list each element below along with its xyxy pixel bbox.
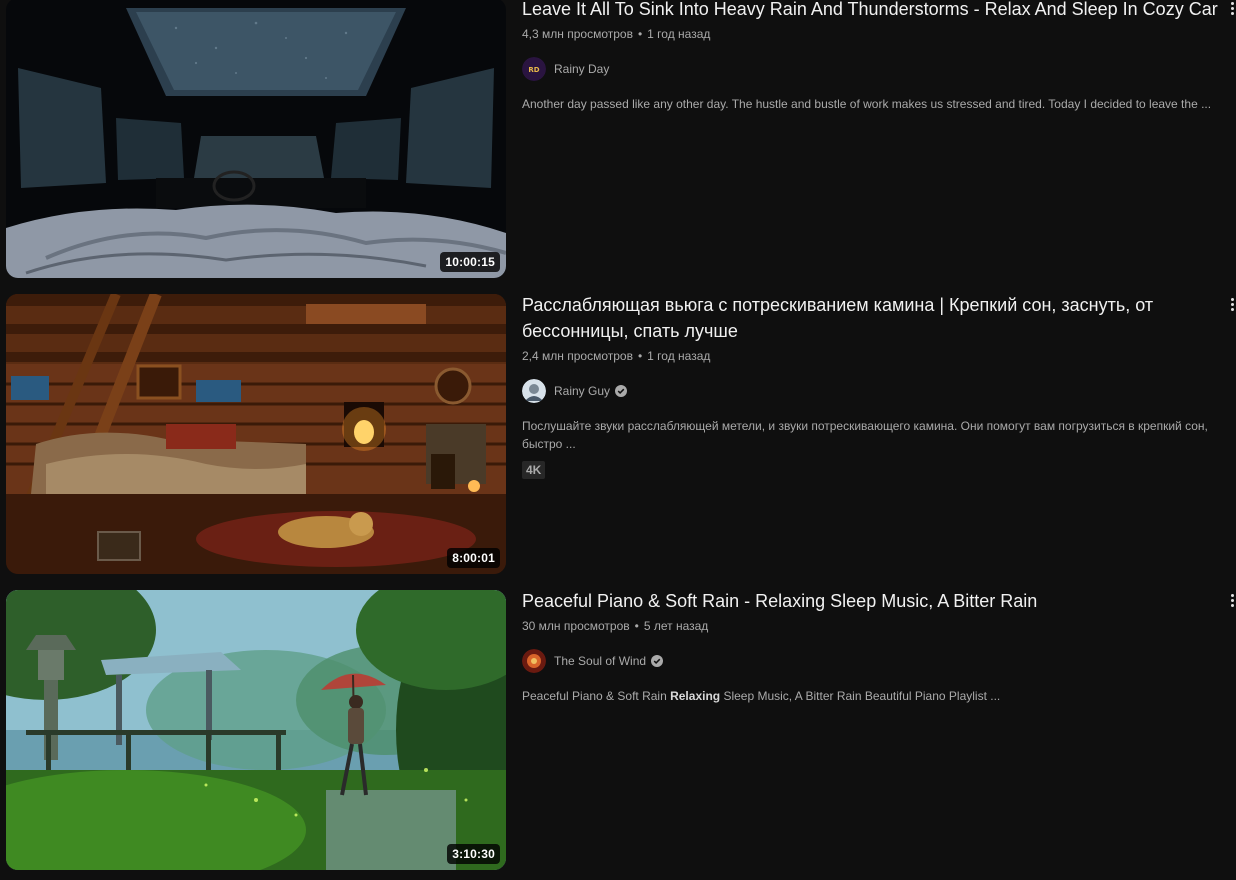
channel-avatar[interactable] (522, 379, 546, 403)
upload-age: 1 год назад (647, 349, 711, 363)
video-metadata: 2,4 млн просмотров • 1 год назад (522, 347, 1222, 365)
video-thumbnail[interactable]: 8:00:01 (6, 294, 506, 574)
meta-separator: • (637, 349, 643, 363)
cozy-cabin-fireplace-thumbnail (6, 294, 506, 574)
view-count: 4,3 млн просмотров (522, 27, 633, 41)
video-result[interactable]: 10:00:15 Leave It All To Sink Into Heavy… (0, 0, 1236, 280)
video-duration: 8:00:01 (447, 548, 500, 568)
channel-link[interactable]: RD Rainy Day (522, 57, 1222, 81)
verified-badge-icon (651, 655, 664, 667)
svg-text:RD: RD (528, 66, 539, 74)
channel-link[interactable]: Rainy Guy (522, 379, 1222, 403)
video-info: Peaceful Piano & Soft Rain - Relaxing Sl… (522, 590, 1222, 705)
more-actions-icon[interactable] (1230, 298, 1236, 312)
video-thumbnail[interactable]: 3:10:30 (6, 590, 506, 870)
meta-separator: • (637, 27, 643, 41)
car-in-rain-thumbnail (6, 0, 506, 278)
video-description: Послушайте звуки расслабляющей метели, и… (522, 419, 1208, 451)
view-count: 2,4 млн просмотров (522, 349, 633, 363)
description-highlight: Relaxing (670, 689, 721, 703)
video-metadata: 4,3 млн просмотров • 1 год назад (522, 25, 1222, 43)
video-title[interactable]: Leave It All To Sink Into Heavy Rain And… (522, 0, 1222, 22)
video-title[interactable]: Расслабляющая вьюга с потрескиванием кам… (522, 292, 1222, 344)
more-actions-icon[interactable] (1230, 2, 1236, 16)
search-results-list: 10:00:15 Leave It All To Sink Into Heavy… (0, 0, 1236, 880)
upload-age: 1 год назад (647, 27, 711, 41)
quality-badge: 4K (522, 461, 546, 479)
video-title[interactable]: Peaceful Piano & Soft Rain - Relaxing Sl… (522, 588, 1222, 614)
verified-badge-icon (615, 385, 628, 397)
meta-separator: • (634, 619, 639, 633)
channel-link[interactable]: The Soul of Wind (522, 649, 1222, 673)
girl-with-umbrella-rain-thumbnail (6, 590, 506, 870)
more-actions-icon[interactable] (1230, 594, 1236, 608)
view-count: 30 млн просмотров (522, 619, 630, 633)
video-info: Leave It All To Sink Into Heavy Rain And… (522, 0, 1222, 113)
video-result[interactable]: 3:10:30 Peaceful Piano & Soft Rain - Rel… (0, 590, 1236, 872)
description-text: Sleep Music, A Bitter Rain Beautiful Pia… (720, 689, 1001, 703)
video-info: Расслабляющая вьюга с потрескиванием кам… (522, 294, 1222, 479)
video-duration: 10:00:15 (440, 252, 500, 272)
description-text: Peaceful Piano & Soft Rain (522, 689, 671, 703)
video-description: Peaceful Piano & Soft Rain Relaxing Slee… (522, 687, 1222, 705)
upload-age: 5 лет назад (643, 619, 709, 633)
video-description: Another day passed like any other day. T… (522, 97, 1212, 111)
video-result[interactable]: 8:00:01 Расслабляющая вьюга с потрескива… (0, 294, 1236, 576)
video-thumbnail[interactable]: 10:00:15 (6, 0, 506, 278)
channel-avatar[interactable]: RD (522, 57, 546, 81)
channel-name[interactable]: Rainy Guy (554, 384, 610, 398)
video-metadata: 30 млн просмотров • 5 лет назад (522, 617, 1222, 635)
channel-name[interactable]: Rainy Day (554, 62, 609, 76)
video-duration: 3:10:30 (447, 844, 500, 864)
channel-name[interactable]: The Soul of Wind (554, 654, 646, 668)
channel-avatar[interactable] (522, 649, 546, 673)
